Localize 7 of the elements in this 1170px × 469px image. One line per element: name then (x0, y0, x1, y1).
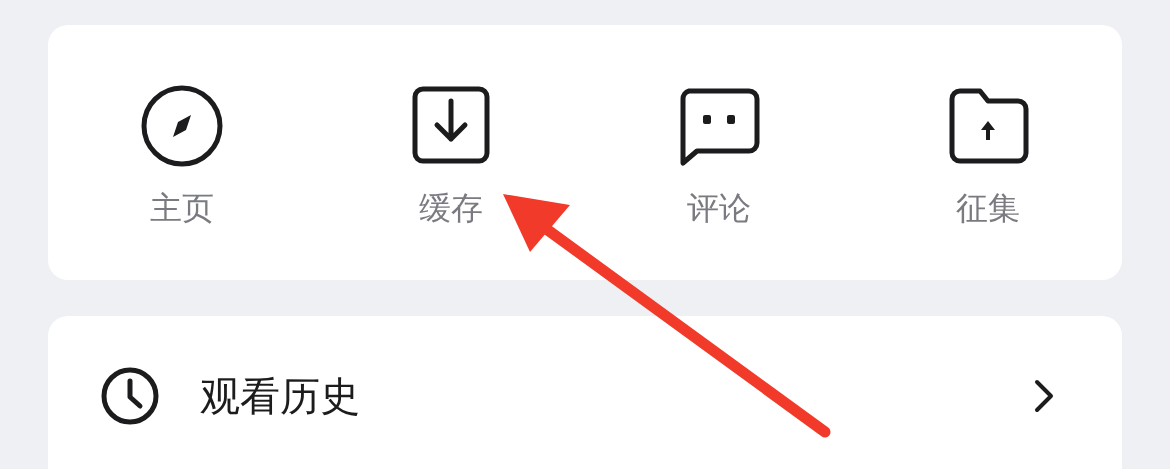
shortcut-label[interactable]: 征集 (955, 189, 1020, 228)
clock-icon (100, 366, 160, 426)
shortcut-label[interactable]: 主页 (150, 189, 215, 228)
shortcut-label[interactable]: 评论 (687, 189, 752, 228)
menu-item-label[interactable]: 观看历史 (200, 366, 360, 426)
shortcut-label[interactable]: 缓存 (418, 189, 483, 228)
chevron-icon[interactable] (1034, 379, 1054, 413)
